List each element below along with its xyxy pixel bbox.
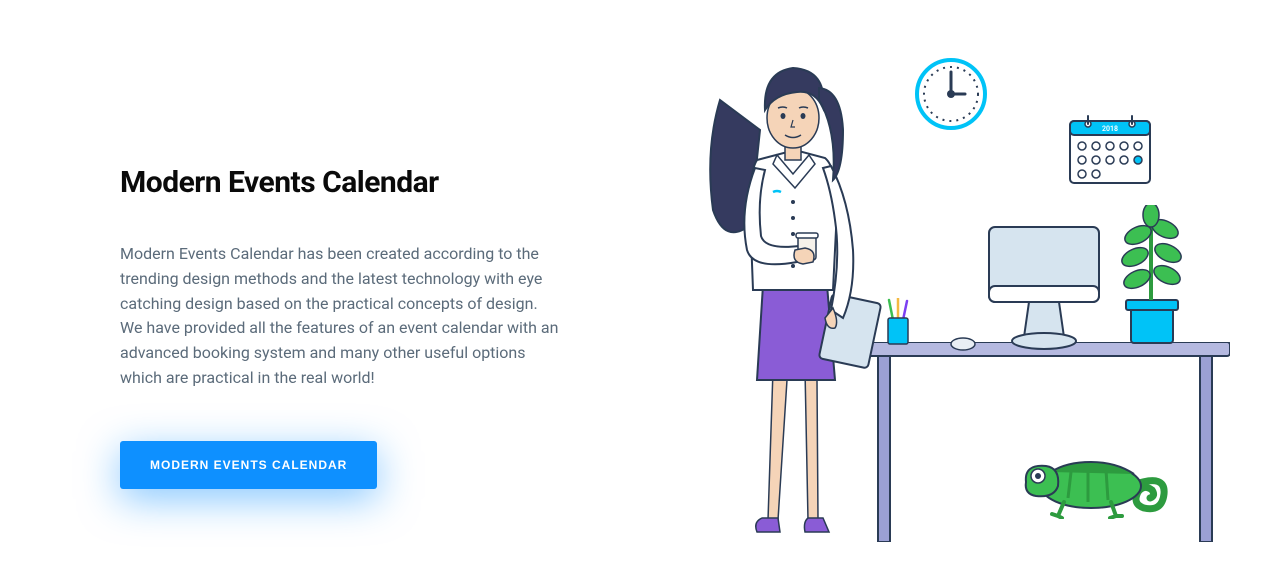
woman-illustration — [665, 50, 903, 540]
plant-icon — [1113, 205, 1191, 345]
hero-description: Modern Events Calendar has been created … — [120, 242, 560, 391]
calendar-icon: 2018 — [1068, 113, 1152, 187]
cta-button[interactable]: MODERN EVENTS CALENDAR — [120, 441, 377, 489]
monitor-icon — [984, 222, 1104, 352]
hero-heading: Modern Events Calendar — [120, 165, 560, 200]
calendar-year: 2018 — [1102, 125, 1118, 133]
hero-container: Modern Events Calendar Modern Events Cal… — [0, 0, 1263, 577]
hero-illustration: 2018 — [560, 0, 1223, 577]
clock-icon — [915, 58, 987, 130]
mouse-icon — [950, 336, 976, 355]
hero-content: Modern Events Calendar Modern Events Cal… — [40, 0, 560, 577]
chameleon-icon — [1016, 444, 1171, 519]
